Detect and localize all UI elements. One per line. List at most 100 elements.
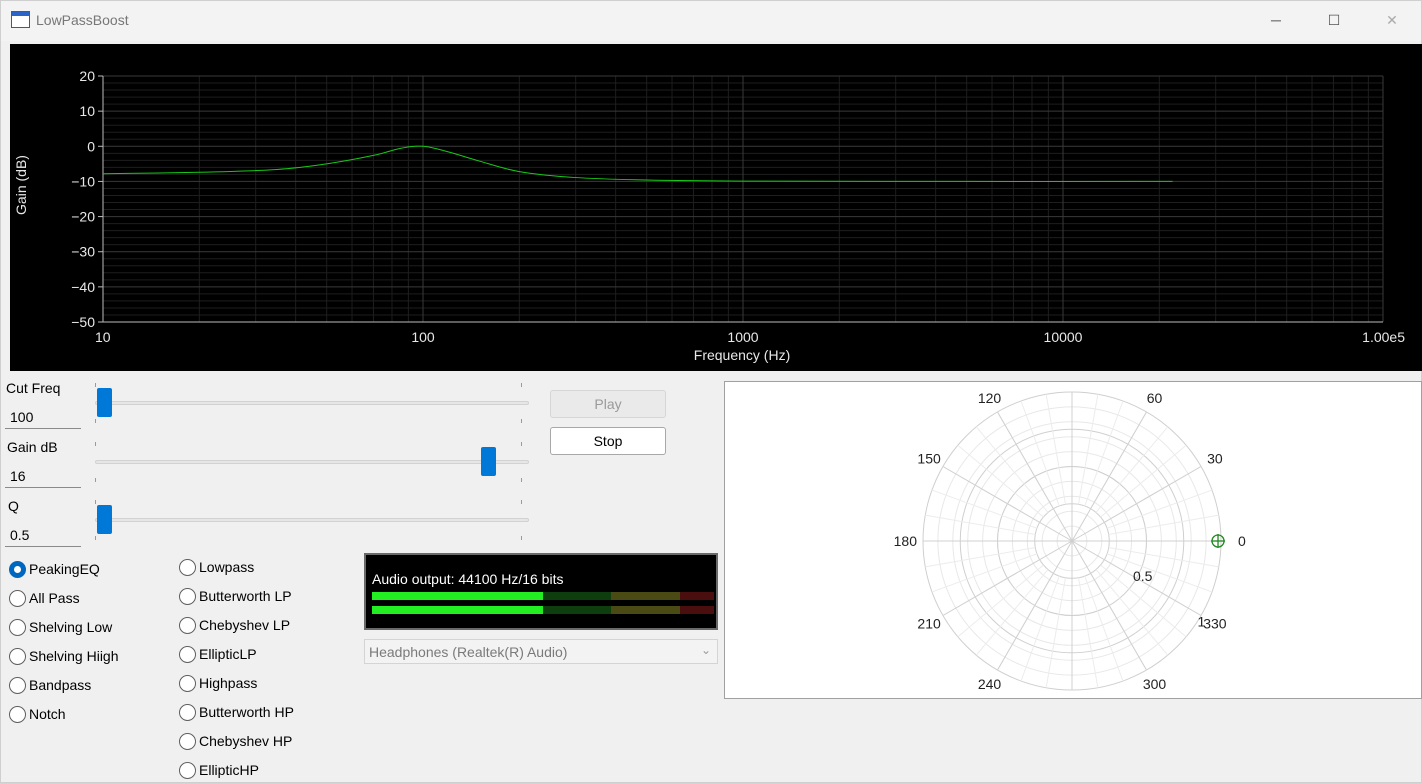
radio-label: Highpass — [199, 675, 258, 691]
polar-minor-spoke — [1077, 577, 1099, 688]
radio-unchecked-icon[interactable] — [179, 617, 196, 634]
slider-tick — [95, 500, 96, 504]
slider-track — [95, 460, 529, 464]
polar-radius-label: 1 — [1198, 614, 1206, 630]
polar-minor-spoke — [1077, 394, 1099, 505]
radio-checked-icon[interactable] — [9, 561, 26, 578]
pole-zero-polar-chart: 0 30 60 120 150 180 210 240 300 330 0.5 1 — [724, 381, 1422, 699]
slider-thumb[interactable] — [97, 505, 112, 534]
radio-label: PeakingEQ — [29, 561, 100, 577]
q-input[interactable]: 0.5 — [5, 523, 81, 547]
slider-track — [95, 518, 529, 522]
gain-db-label: Gain dB — [7, 439, 58, 455]
polar-minor-spoke — [1045, 577, 1067, 688]
y-tick-label: −20 — [71, 209, 95, 225]
radio-label: Chebyshev LP — [199, 617, 291, 633]
slider-tick — [521, 442, 522, 446]
audio-device-value: Headphones (Realtek(R) Audio) — [369, 644, 568, 660]
radio-label: Shelving Low — [29, 619, 113, 635]
level-meter-right — [372, 606, 714, 614]
polar-angle-label: 120 — [978, 390, 1002, 406]
slider-tick — [95, 442, 96, 446]
radio-unchecked-icon[interactable] — [179, 675, 196, 692]
x-tick-label: 1.00e5 — [1362, 329, 1405, 345]
meter-segment — [679, 592, 714, 600]
slider-tick — [521, 419, 522, 423]
level-meter-left — [372, 592, 714, 600]
radio-unchecked-icon[interactable] — [179, 646, 196, 663]
frequency-response-svg: 20100−10−20−30−40−5010 100 1000 10000 1.00e5… — [13, 68, 1405, 363]
radio-unchecked-icon[interactable] — [9, 706, 26, 723]
radio-label: EllipticLP — [199, 646, 257, 662]
polar-angle-label: 330 — [1203, 616, 1227, 632]
maximize-button[interactable]: ☐ — [1305, 1, 1363, 41]
meter-segment — [543, 592, 612, 600]
slider-tick — [95, 419, 96, 423]
polar-minor-spoke — [925, 546, 1036, 568]
radio-unchecked-icon[interactable] — [179, 588, 196, 605]
polar-minor-spoke — [1108, 514, 1219, 536]
gain-db-slider[interactable] — [95, 440, 531, 482]
frequency-response-chart: 20 10 0 −10 −20 −30 −40 −50 10 100 1000 10000 1.00e5… — [10, 44, 1422, 371]
audio-device-select[interactable]: Headphones (Realtek(R) Audio) ⌄ — [364, 639, 718, 664]
polar-angle-label: 150 — [917, 451, 941, 467]
slider-tick — [521, 500, 522, 504]
audio-output-status: Audio output: 44100 Hz/16 bits — [372, 571, 564, 587]
cut-freq-slider[interactable] — [95, 381, 531, 423]
meter-segment — [611, 592, 680, 600]
radio-unchecked-icon[interactable] — [179, 733, 196, 750]
radio-label: Butterworth LP — [199, 588, 292, 604]
radio-label: All Pass — [29, 590, 80, 606]
radio-unchecked-icon[interactable] — [179, 704, 196, 721]
q-label: Q — [8, 498, 19, 514]
x-tick-label: 100 — [411, 329, 435, 345]
y-tick-label: 10 — [79, 103, 95, 119]
radio-label: Chebyshev HP — [199, 733, 293, 749]
polar-angle-label: 180 — [894, 533, 918, 549]
stop-button[interactable]: Stop — [550, 427, 666, 455]
polar-svg: 0 30 60 120 150 180 210 240 300 330 0.5 1 — [894, 390, 1246, 692]
q-slider[interactable] — [95, 498, 531, 540]
polar-angle-label: 0 — [1238, 533, 1246, 549]
polar-angle-label: 60 — [1147, 390, 1163, 406]
radio-unchecked-icon[interactable] — [9, 648, 26, 665]
minimize-button[interactable]: ─ — [1247, 1, 1305, 41]
radio-unchecked-icon[interactable] — [9, 619, 26, 636]
y-tick-label: −30 — [71, 244, 95, 260]
polar-angle-label: 210 — [917, 616, 941, 632]
window-title: LowPassBoost — [36, 12, 129, 28]
y-tick-label: 0 — [87, 138, 95, 154]
radio-unchecked-icon[interactable] — [9, 677, 26, 694]
slider-tick — [521, 478, 522, 482]
radio-label: EllipticHP — [199, 762, 259, 778]
meter-segment — [611, 606, 680, 614]
radio-label: Lowpass — [199, 559, 255, 575]
meter-segment — [372, 606, 543, 614]
y-tick-label: 20 — [79, 68, 95, 84]
polar-angle-label: 240 — [978, 676, 1002, 692]
y-tick-label: −40 — [71, 279, 95, 295]
title-bar: LowPassBoost ─ ☐ ✕ — [1, 1, 1421, 41]
x-axis-label: Frequency (Hz) — [694, 347, 790, 363]
y-tick-label: −50 — [71, 314, 95, 330]
response-curve-line — [102, 145, 1173, 182]
meter-segment — [372, 592, 543, 600]
gain-db-input[interactable]: 16 — [5, 464, 81, 488]
radio-unchecked-icon[interactable] — [9, 590, 26, 607]
polar-minor-spoke — [1108, 546, 1219, 568]
pole-marker — [1211, 534, 1226, 548]
cut-freq-label: Cut Freq — [6, 380, 61, 396]
radio-unchecked-icon[interactable] — [179, 762, 196, 779]
slider-tick — [95, 383, 96, 387]
chevron-down-icon: ⌄ — [700, 643, 711, 657]
close-button[interactable]: ✕ — [1363, 1, 1421, 41]
radio-unchecked-icon[interactable] — [179, 559, 196, 576]
play-button[interactable]: Play — [550, 390, 666, 418]
slider-thumb[interactable] — [481, 447, 497, 476]
slider-tick — [521, 536, 522, 540]
polar-minor-spoke — [1045, 394, 1067, 505]
cut-freq-input[interactable]: 100 — [5, 405, 81, 429]
app-window-icon — [11, 11, 30, 28]
app-window: LowPassBoost ─ ☐ ✕ 20 10 0 −10 −20 −30 −40 −50 1… — [0, 0, 1422, 783]
slider-thumb[interactable] — [97, 388, 112, 417]
